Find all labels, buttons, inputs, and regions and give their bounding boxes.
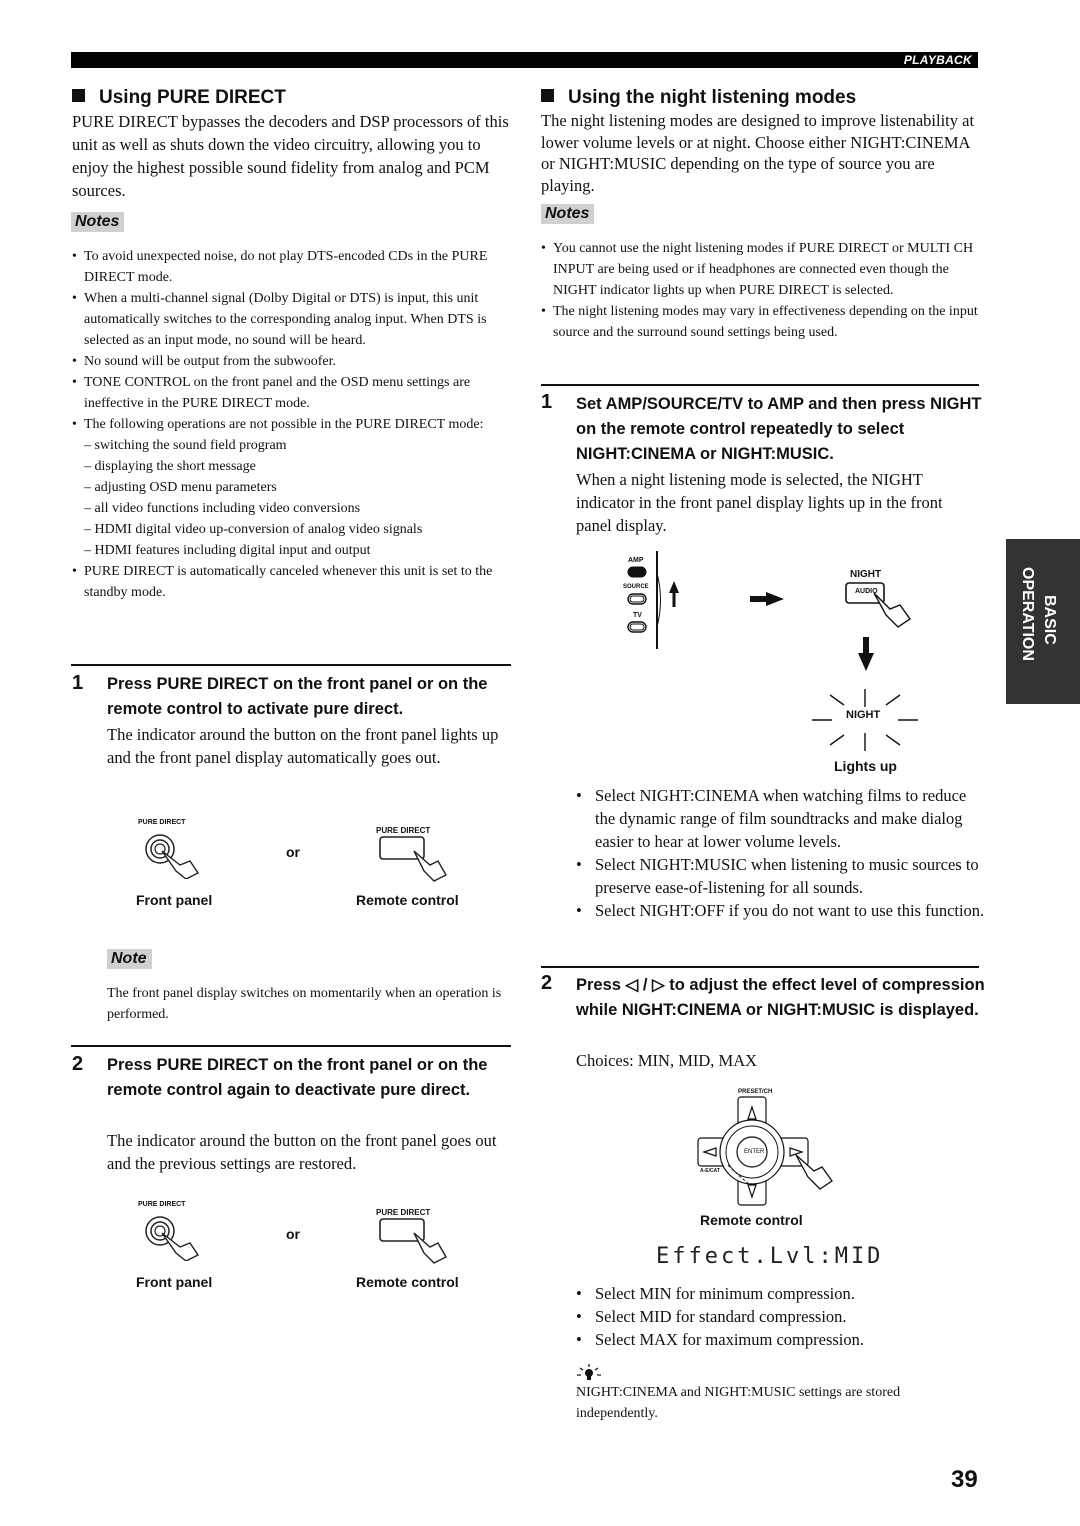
remote-button-press-icon [379, 1218, 447, 1264]
remote-control-caption: Remote control [356, 1274, 459, 1290]
note-item: No sound will be output from the subwoof… [72, 351, 512, 372]
remote-control-caption: Remote control [700, 1212, 803, 1228]
section-label: PLAYBACK [903, 53, 972, 67]
section-header-bar: PLAYBACK [71, 52, 978, 68]
cursor-pad-figure: PRESET/CH ENTER A-E/CAT Remote control [690, 1085, 860, 1235]
or-label: or [286, 844, 300, 860]
remote-button-press-icon [379, 836, 447, 882]
pure-direct-figure: PURE DIRECT PURE DIRECT or Front panel R… [130, 815, 490, 915]
note-item: TONE CONTROL on the front panel and the … [72, 372, 512, 414]
divider [541, 384, 979, 386]
right-arrow-icon [750, 592, 784, 606]
square-bullet-icon [541, 89, 554, 102]
side-tab-line1: BASIC [1041, 595, 1058, 645]
bullet-item: Select NIGHT:MUSIC when listening to mus… [576, 853, 986, 899]
note-item: The night listening modes may vary in ef… [541, 301, 986, 343]
pure-direct-figure: PURE DIRECT PURE DIRECT or Front panel R… [130, 1197, 490, 1297]
step-number: 1 [72, 672, 84, 694]
front-button-label: PURE DIRECT [138, 1201, 186, 1208]
left-note-heading: Note [107, 949, 152, 969]
sub-note-item: – HDMI digital video up-conversion of an… [84, 522, 423, 537]
step-number: 2 [72, 1053, 84, 1075]
front-button-label: PURE DIRECT [138, 819, 186, 826]
step-title: Press PURE DIRECT on the front panel or … [107, 1056, 488, 1099]
note-item: You cannot use the night listening modes… [541, 238, 986, 301]
step-title: Press ◁ / ▷ to adjust the effect level o… [576, 976, 985, 1019]
enter-label: ENTER [744, 1149, 765, 1155]
square-bullet-icon [72, 89, 85, 102]
remote-control-caption: Remote control [356, 892, 459, 908]
right-section-title: Using the night listening modes [541, 86, 856, 110]
tip-text: NIGHT:CINEMA and NIGHT:MUSIC settings ar… [576, 1385, 901, 1421]
note-item: When a multi-channel signal (Dolby Digit… [72, 288, 512, 351]
step-title: Press PURE DIRECT on the front panel or … [107, 675, 488, 718]
front-panel-caption: Front panel [136, 1274, 213, 1290]
divider [71, 664, 511, 666]
front-panel-button-press-icon [145, 834, 200, 879]
lights-up-caption: Lights up [834, 758, 897, 774]
step-body: The indicator around the button on the f… [107, 725, 499, 767]
right-intro: The night listening modes are designed t… [541, 111, 975, 195]
remote-button-label: PURE DIRECT [376, 1208, 431, 1217]
step-title: Set AMP/SOURCE/TV to AMP and then press … [576, 395, 982, 463]
night-button-label: NIGHT [850, 569, 882, 580]
night-indicator-label: NIGHT [846, 709, 881, 721]
left-intro: PURE DIRECT bypasses the decoders and DS… [72, 112, 509, 200]
left-section-title: Using PURE DIRECT [72, 86, 286, 110]
or-label: or [286, 1226, 300, 1242]
divider [541, 966, 979, 968]
front-panel-button-press-icon [145, 1216, 200, 1261]
left-notes-list: To avoid unexpected noise, do not play D… [72, 246, 512, 603]
step-number: 2 [541, 972, 553, 994]
right-notes-heading: Notes [541, 204, 595, 224]
night-mode-figure: AMP SOURCE TV NIGHT AUDIO NIGHT Lights u… [580, 545, 940, 780]
step-body: Choices: MIN, MID, MAX [576, 1051, 758, 1070]
step-body: When a night listening mode is selected,… [576, 470, 943, 535]
page-number: 39 [951, 1466, 978, 1493]
step-number: 1 [541, 391, 553, 413]
bullet-item: Select MID for standard compression. [576, 1305, 986, 1328]
down-arrow-icon [858, 637, 874, 671]
divider [71, 1045, 511, 1047]
sub-note-item: – all video functions including video co… [84, 501, 361, 516]
night-button-press-icon [845, 582, 911, 628]
right-notes-list: You cannot use the night listening modes… [541, 238, 986, 343]
left-notes-heading: Notes [71, 212, 125, 232]
sub-note-item: – adjusting OSD menu parameters [84, 480, 277, 495]
sub-note-item: – displaying the short message [84, 459, 256, 474]
remote-button-label: PURE DIRECT [376, 826, 431, 835]
left-note-text: The front panel display switches on mome… [107, 986, 502, 1022]
cursor-pad-icon [697, 1096, 833, 1206]
front-panel-caption: Front panel [136, 892, 213, 908]
lightbulb-tip-icon [577, 1364, 601, 1380]
amp-source-tv-switch-icon [627, 551, 679, 649]
compression-bullets: Select MIN for minimum compression. Sele… [576, 1282, 986, 1351]
aecat-label: A-E/CAT [700, 1168, 720, 1174]
front-panel-display-readout: Effect.Lvl:MID [656, 1244, 884, 1269]
note-item: To avoid unexpected noise, do not play D… [72, 246, 512, 288]
sub-note-item: – switching the sound field program [84, 438, 287, 453]
bullet-item: Select NIGHT:OFF if you do not want to u… [576, 899, 986, 922]
audio-label: AUDIO [855, 588, 878, 595]
sub-note-item: – HDMI features including digital input … [84, 543, 371, 558]
side-tab-line2: OPERATION [1019, 567, 1036, 661]
bullet-item: Select NIGHT:CINEMA when watching films … [576, 784, 986, 853]
bullet-item: Select MAX for maximum compression. [576, 1328, 986, 1351]
chapter-side-tab: BASIC OPERATION [1006, 539, 1080, 704]
bullet-item: Select MIN for minimum compression. [576, 1282, 986, 1305]
note-item: The following operations are not possibl… [72, 414, 512, 435]
night-mode-bullets: Select NIGHT:CINEMA when watching films … [576, 784, 986, 922]
note-item: PURE DIRECT is automatically canceled wh… [72, 561, 512, 603]
step-body: The indicator around the button on the f… [107, 1131, 497, 1173]
